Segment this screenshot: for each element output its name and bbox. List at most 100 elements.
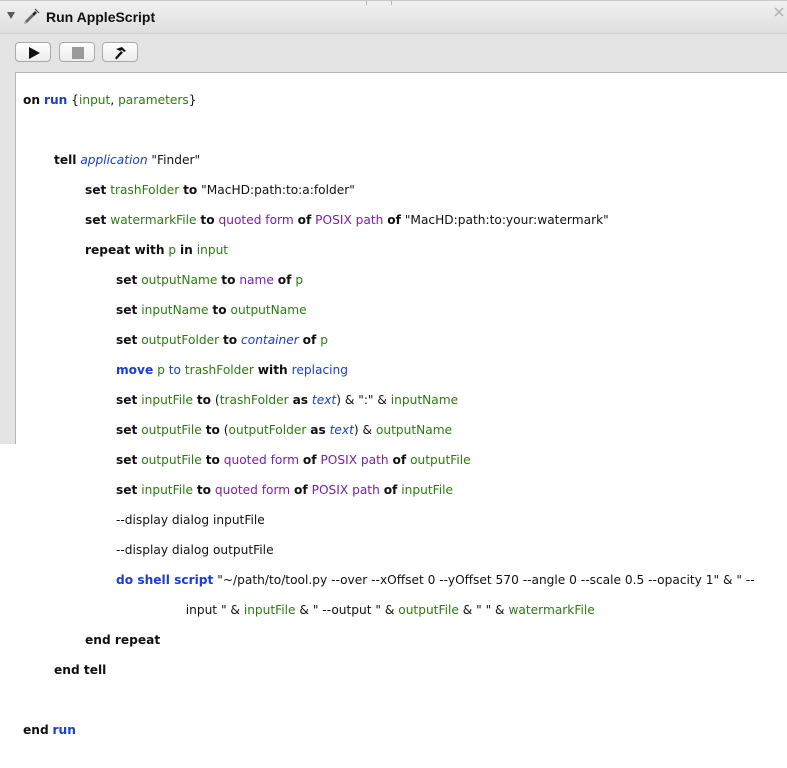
- code-line: set outputName to name of p: [23, 273, 755, 288]
- keyword: set: [115, 393, 138, 407]
- keyword: of: [297, 213, 312, 227]
- code-line: tell application "Finder": [23, 153, 755, 168]
- variable: inputFile: [401, 483, 453, 497]
- code-line: set inputFile to (trashFolder as text) &…: [23, 393, 755, 408]
- stop-button[interactable]: [59, 42, 95, 62]
- code-line: end tell: [23, 663, 755, 678]
- run-button[interactable]: [15, 42, 51, 62]
- keyword: end repeat: [85, 633, 161, 647]
- string: & " " &: [458, 603, 509, 617]
- keyword: of: [294, 483, 308, 497]
- keyword: set: [115, 333, 138, 347]
- code-text: (: [219, 423, 229, 437]
- variable: outputName: [375, 423, 453, 437]
- code-line: set inputName to outputName: [23, 303, 755, 318]
- connector-notch-right: [391, 1, 392, 5]
- variable: trashFolder: [219, 393, 289, 407]
- keyword: of: [302, 453, 317, 467]
- class-name: text: [311, 393, 337, 407]
- keyword: tell: [54, 153, 77, 167]
- variable: outputName: [230, 303, 307, 317]
- variable: outputFile: [398, 603, 459, 617]
- property: quoted form: [223, 453, 299, 467]
- variable: inputFile: [141, 393, 193, 407]
- stop-icon: [72, 47, 84, 59]
- variable: outputFile: [141, 453, 202, 467]
- variable: inputName: [141, 303, 209, 317]
- code-line: on run {input, parameters}: [23, 93, 755, 108]
- code-text: }: [188, 93, 197, 107]
- code-line: set inputFile to quoted form of POSIX pa…: [23, 483, 755, 498]
- variable: trashFolder: [110, 183, 180, 197]
- keyword: as: [292, 393, 309, 407]
- variable: inputFile: [141, 483, 193, 497]
- variable: parameters: [118, 93, 189, 107]
- string: "MacHD:path:to:your:watermark": [400, 213, 609, 227]
- keyword: set: [115, 453, 138, 467]
- string: & " --output " &: [295, 603, 399, 617]
- keyword: repeat with: [85, 243, 165, 257]
- variable: watermarkFile: [110, 213, 197, 227]
- code-line: --display dialog inputFile: [23, 513, 755, 528]
- code-text: ) &: [353, 423, 376, 437]
- variable: p: [295, 273, 304, 287]
- keyword: of: [392, 453, 407, 467]
- action-titlebar: Run AppleScript: [0, 1, 787, 34]
- keyword: of: [387, 213, 401, 227]
- property: name: [239, 273, 274, 287]
- keyword: end tell: [54, 663, 107, 677]
- keyword: to: [222, 333, 238, 347]
- keyword: as: [310, 423, 326, 437]
- keyword: set: [115, 483, 138, 497]
- compile-button[interactable]: [102, 42, 138, 62]
- variable: p: [168, 243, 177, 257]
- variable: outputFile: [410, 453, 471, 467]
- keyword: to: [183, 183, 198, 197]
- code-line: input " & inputFile & " --output " & out…: [23, 603, 755, 618]
- keyword: in: [180, 243, 193, 257]
- keyword: with: [257, 363, 288, 377]
- disclosure-triangle-icon[interactable]: [7, 12, 15, 19]
- code-line: set trashFolder to "MacHD:path:to:a:fold…: [23, 183, 755, 198]
- code-text: (: [211, 393, 220, 407]
- parameter: to: [168, 363, 182, 377]
- variable: outputName: [141, 273, 218, 287]
- hammer-icon: [115, 47, 126, 60]
- variable: p: [157, 363, 165, 377]
- property: quoted form: [214, 483, 291, 497]
- code-line: end run: [23, 723, 755, 738]
- property: POSIX path: [311, 483, 380, 497]
- connector-notch-left: [366, 1, 367, 5]
- keyword: run: [52, 723, 76, 737]
- variable: trashFolder: [184, 363, 254, 377]
- variable: input: [196, 243, 229, 257]
- string: "Finder": [147, 153, 201, 167]
- variable: inputName: [390, 393, 459, 407]
- action-title: Run AppleScript: [46, 9, 156, 25]
- keyword: set: [115, 303, 138, 317]
- variable: input: [78, 93, 111, 107]
- code-line: move p to trashFolder with replacing: [23, 363, 755, 378]
- close-icon[interactable]: [771, 4, 787, 20]
- class-name: application: [80, 153, 148, 167]
- keyword: set: [115, 273, 138, 287]
- keyword: to: [205, 453, 220, 467]
- play-icon: [29, 47, 40, 59]
- script-editor[interactable]: on run {input, parameters} tell applicat…: [15, 72, 787, 737]
- class-name: container: [241, 333, 299, 347]
- code-line: end repeat: [23, 633, 755, 648]
- keyword: of: [302, 333, 317, 347]
- code-text: {: [67, 93, 79, 107]
- keyword: to: [221, 273, 236, 287]
- comment: --display dialog inputFile: [115, 513, 265, 527]
- keyword: to: [200, 213, 215, 227]
- command: do shell script: [115, 573, 214, 587]
- code-text: ,: [110, 93, 119, 107]
- code-line: set outputFile to (outputFolder as text)…: [23, 423, 755, 438]
- code-line: set outputFolder to container of p: [23, 333, 755, 348]
- code-line: set outputFile to quoted form of POSIX p…: [23, 453, 755, 468]
- script-code: on run {input, parameters} tell applicat…: [23, 78, 755, 768]
- keyword: of: [383, 483, 398, 497]
- property: quoted form: [218, 213, 294, 227]
